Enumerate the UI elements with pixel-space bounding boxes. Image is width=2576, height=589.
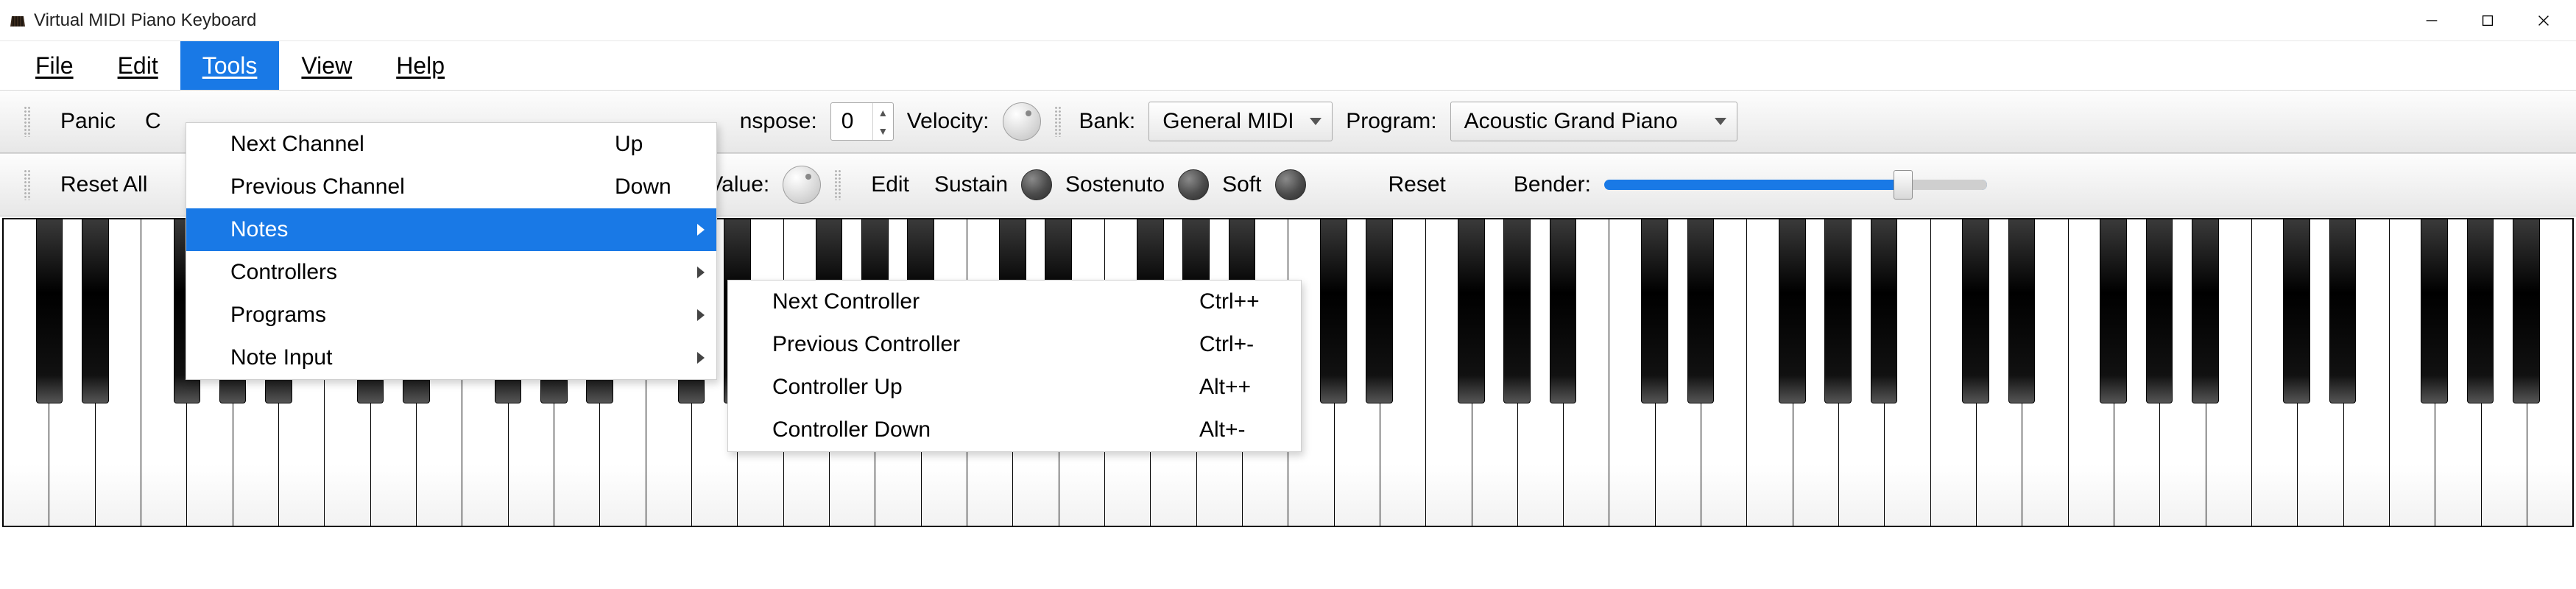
piano-black-key[interactable] (1962, 219, 1989, 403)
reset-button[interactable]: Reset (1377, 168, 1458, 202)
program-value: Acoustic Grand Piano (1464, 109, 1678, 134)
reset-all-button[interactable]: Reset All (49, 168, 159, 202)
transpose-value: 0 (831, 103, 872, 140)
piano-black-key[interactable] (1779, 219, 1806, 403)
edit-button[interactable]: Edit (859, 168, 921, 202)
value-label: Value: (708, 172, 769, 197)
velocity-knob[interactable] (1003, 102, 1041, 141)
soft-led[interactable] (1275, 169, 1306, 200)
piano-black-key[interactable] (2513, 219, 2540, 403)
spin-up-icon[interactable]: ▲ (873, 103, 893, 121)
piano-black-key[interactable] (2008, 219, 2036, 403)
menuitem-previous-controller[interactable]: Previous Controller Ctrl+- (728, 323, 1301, 366)
piano-black-key[interactable] (2100, 219, 2127, 403)
piano-black-key[interactable] (1824, 219, 1852, 403)
sostenuto-led[interactable] (1178, 169, 1209, 200)
menu-view[interactable]: View (279, 41, 374, 90)
piano-black-key[interactable] (1320, 219, 1347, 403)
close-button[interactable] (2529, 6, 2558, 35)
menuitem-note-input[interactable]: Note Input (186, 336, 716, 379)
titlebar: Virtual MIDI Piano Keyboard (0, 0, 2576, 41)
menuitem-label: Next Controller (772, 289, 1155, 314)
window-title: Virtual MIDI Piano Keyboard (34, 10, 256, 31)
menuitem-label: Next Channel (230, 132, 571, 157)
piano-black-key[interactable] (2283, 219, 2310, 403)
submenu-arrow-icon (697, 352, 705, 364)
piano-black-key[interactable] (2146, 219, 2173, 403)
piano-black-key[interactable] (1871, 219, 1898, 403)
menuitem-accel: Alt++ (1155, 375, 1280, 400)
tools-dropdown: Next Channel Up Previous Channel Down No… (186, 122, 717, 380)
menuitem-controller-down[interactable]: Controller Down Alt+- (728, 409, 1301, 451)
panic-button[interactable]: Panic (49, 105, 127, 138)
menuitem-controllers[interactable]: Controllers (186, 251, 716, 294)
toolbar-grip[interactable] (24, 106, 31, 137)
program-label: Program: (1346, 109, 1436, 134)
program-combo[interactable]: Acoustic Grand Piano (1450, 102, 1737, 141)
menuitem-programs[interactable]: Programs (186, 294, 716, 336)
app-icon (9, 12, 27, 29)
toolbar-grip[interactable] (24, 169, 31, 200)
menuitem-next-channel[interactable]: Next Channel Up (186, 123, 716, 166)
controllers-submenu: Next Controller Ctrl++ Previous Controll… (727, 280, 1302, 452)
toolbar-grip[interactable] (834, 169, 841, 200)
submenu-arrow-icon (697, 309, 705, 321)
menuitem-next-controller[interactable]: Next Controller Ctrl++ (728, 281, 1301, 323)
piano-black-key[interactable] (82, 219, 109, 403)
menuitem-accel: Down (571, 174, 696, 200)
menuitem-label: Controller Down (772, 417, 1155, 442)
bender-slider[interactable] (1604, 180, 1987, 190)
menuitem-label: Previous Controller (772, 332, 1155, 357)
piano-black-key[interactable] (2421, 219, 2448, 403)
piano-black-key[interactable] (1641, 219, 1668, 403)
slider-thumb[interactable] (1894, 170, 1913, 200)
submenu-arrow-icon (697, 224, 705, 236)
piano-black-key[interactable] (2192, 219, 2219, 403)
bank-combo[interactable]: General MIDI (1148, 102, 1333, 141)
piano-black-key[interactable] (1458, 219, 1485, 403)
bank-label: Bank: (1079, 109, 1136, 134)
sostenuto-label: Sostenuto (1065, 172, 1165, 197)
menuitem-label: Notes (230, 217, 696, 242)
piano-black-key[interactable] (2467, 219, 2494, 403)
menuitem-accel: Ctrl+- (1155, 332, 1280, 357)
menu-file[interactable]: File (13, 41, 96, 90)
piano-black-key[interactable] (1366, 219, 1393, 403)
toolbar-grip[interactable] (1054, 106, 1062, 137)
submenu-arrow-icon (697, 267, 705, 278)
menuitem-accel: Alt+- (1155, 417, 1280, 442)
piano-black-key[interactable] (2329, 219, 2357, 403)
value-knob[interactable] (783, 166, 821, 204)
spin-down-icon[interactable]: ▼ (873, 121, 893, 140)
menuitem-label: Controllers (230, 260, 696, 285)
menuitem-notes[interactable]: Notes (186, 208, 716, 251)
piano-black-key[interactable] (1550, 219, 1577, 403)
transpose-label: nspose: (740, 109, 817, 134)
menuitem-label: Controller Up (772, 375, 1155, 400)
menu-help[interactable]: Help (374, 41, 467, 90)
menuitem-accel: Ctrl++ (1155, 289, 1280, 314)
minimize-button[interactable] (2417, 6, 2446, 35)
menuitem-label: Programs (230, 303, 696, 328)
bank-value: General MIDI (1162, 109, 1294, 134)
slider-track (1903, 180, 1987, 190)
piano-black-key[interactable] (36, 219, 63, 403)
menuitem-previous-channel[interactable]: Previous Channel Down (186, 166, 716, 208)
menuitem-controller-up[interactable]: Controller Up Alt++ (728, 366, 1301, 409)
piano-black-key[interactable] (1687, 219, 1715, 403)
menu-tools[interactable]: Tools (180, 41, 280, 90)
piano-black-key[interactable] (1503, 219, 1531, 403)
maximize-button[interactable] (2473, 6, 2502, 35)
menuitem-label: Previous Channel (230, 174, 571, 200)
bender-label: Bender: (1514, 172, 1591, 197)
menubar: File Edit Tools View Help (0, 41, 2576, 90)
menuitem-accel: Up (571, 132, 696, 157)
sustain-led[interactable] (1021, 169, 1052, 200)
transpose-spinner[interactable]: 0 ▲▼ (830, 102, 894, 141)
soft-label: Soft (1222, 172, 1261, 197)
velocity-label: Velocity: (907, 109, 989, 134)
menu-edit[interactable]: Edit (96, 41, 180, 90)
menuitem-label: Note Input (230, 345, 696, 370)
sustain-label: Sustain (934, 172, 1008, 197)
